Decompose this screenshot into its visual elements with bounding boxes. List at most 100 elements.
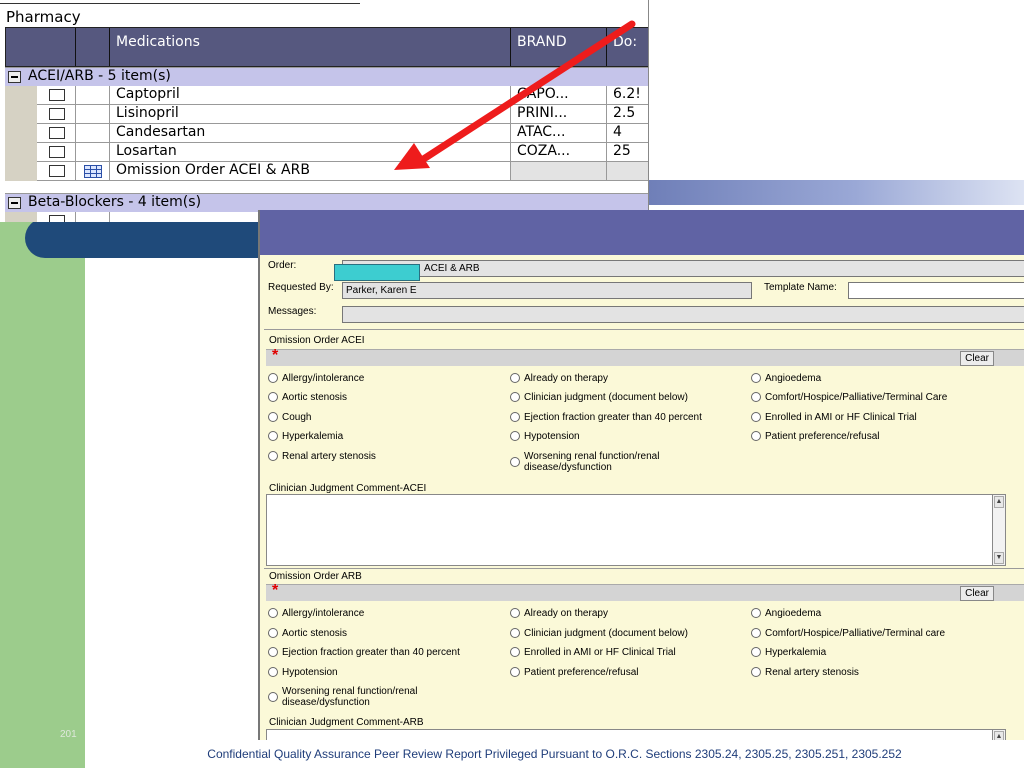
brand-cell[interactable]: ATAC...	[511, 124, 607, 143]
header-dose-col[interactable]: Do:	[607, 28, 648, 66]
requested-by-field[interactable]: Parker, Karen E	[342, 282, 752, 299]
radio-button[interactable]	[751, 392, 761, 402]
row-checkbox[interactable]	[49, 215, 65, 222]
row-checkbox[interactable]	[49, 108, 65, 120]
order-value: ACEI & ARB	[424, 263, 480, 274]
option-label: Worsening renal function/renal disease/d…	[524, 451, 660, 473]
dose-cell[interactable]: 25	[607, 143, 648, 162]
radio-button[interactable]	[268, 392, 278, 402]
minus-icon[interactable]	[8, 197, 21, 209]
radio-button[interactable]	[510, 667, 520, 677]
checkbox-cell	[37, 143, 76, 162]
brand-cell[interactable]: COZA...	[511, 143, 607, 162]
medication-cell[interactable]: Losartan	[110, 143, 511, 162]
grid-header: Medications BRAND Do:	[5, 27, 648, 67]
radio-button[interactable]	[510, 373, 520, 383]
radio-button[interactable]	[268, 692, 278, 702]
table-row[interactable]: Candesartan ATAC... 4	[5, 124, 648, 143]
dose-cell[interactable]: 2.5	[607, 105, 648, 124]
radio-button[interactable]	[510, 457, 520, 467]
group-label: ACEI/ARB - 5 item(s)	[28, 68, 171, 84]
scrollbar[interactable]: ▲ ▼	[992, 494, 1006, 566]
radio-button[interactable]	[510, 412, 520, 422]
scroll-down-icon[interactable]: ▼	[994, 552, 1004, 564]
radio-button[interactable]	[751, 373, 761, 383]
radio-button[interactable]	[268, 451, 278, 461]
radio-button[interactable]	[751, 667, 761, 677]
divider	[0, 0, 360, 4]
radio-button[interactable]	[751, 628, 761, 638]
header-medications-col[interactable]: Medications	[110, 28, 511, 66]
dose-cell[interactable]: 4	[607, 124, 648, 143]
radio-button[interactable]	[510, 392, 520, 402]
scroll-up-icon[interactable]: ▲	[994, 731, 1004, 740]
row-checkbox[interactable]	[49, 89, 65, 101]
radio-button[interactable]	[751, 647, 761, 657]
row-checkbox[interactable]	[49, 165, 65, 177]
checkbox-cell	[37, 86, 76, 105]
dose-cell[interactable]: 6.2!	[607, 86, 648, 105]
option-label: Hyperkalemia	[282, 431, 344, 442]
radio-button[interactable]	[268, 412, 278, 422]
template-name-field[interactable]	[848, 282, 1024, 299]
header-dose-label: Do:	[613, 34, 638, 50]
icon-cell	[76, 143, 110, 162]
acei-comment-textarea[interactable]: ▲ ▼	[266, 494, 1006, 566]
radio-button[interactable]	[751, 608, 761, 618]
table-row[interactable]: Captopril CAPO... 6.2!	[5, 86, 648, 105]
medication-cell[interactable]: Candesartan	[110, 124, 511, 143]
radio-button[interactable]	[268, 667, 278, 677]
checkbox-cell	[37, 124, 76, 143]
medication-cell[interactable]: Captopril	[110, 86, 511, 105]
radio-button[interactable]	[751, 412, 761, 422]
grid-icon	[84, 165, 102, 178]
option-label: Ejection fraction greater than 40 percen…	[282, 647, 460, 658]
brand-cell[interactable]: CAPO...	[511, 86, 607, 105]
radio-button[interactable]	[268, 431, 278, 441]
option-label: Already on therapy	[524, 373, 608, 384]
row-gutter	[5, 105, 37, 124]
group-row-acei-arb[interactable]: ACEI/ARB - 5 item(s)	[5, 67, 648, 86]
radio-button[interactable]	[510, 608, 520, 618]
row-gutter	[5, 124, 37, 143]
arb-clear-button[interactable]: Clear	[960, 586, 994, 601]
radio-button[interactable]	[510, 628, 520, 638]
radio-button[interactable]	[268, 647, 278, 657]
messages-field[interactable]	[342, 306, 1024, 323]
scrollbar[interactable]: ▲	[992, 729, 1006, 740]
acei-clear-button[interactable]: Clear	[960, 351, 994, 366]
arb-comment-textarea[interactable]: ▲	[266, 729, 1006, 740]
option-label: Already on therapy	[524, 608, 608, 619]
medication-cell[interactable]: Lisinopril	[110, 105, 511, 124]
checkbox-cell	[37, 212, 76, 222]
radio-button[interactable]	[268, 608, 278, 618]
slide-title-pill	[25, 218, 285, 258]
brand-cell[interactable]: PRINI...	[511, 105, 607, 124]
radio-button[interactable]	[751, 431, 761, 441]
radio-button[interactable]	[510, 431, 520, 441]
scroll-up-icon[interactable]: ▲	[994, 496, 1004, 508]
brand-name: COZA...	[517, 143, 571, 159]
table-row-omission-order[interactable]: Omission Order ACEI & ARB	[5, 162, 648, 181]
option-label: Patient preference/refusal	[765, 431, 880, 442]
dose-cell	[607, 162, 648, 181]
table-row[interactable]: Losartan COZA... 25	[5, 143, 648, 162]
checkbox-cell	[37, 105, 76, 124]
table-row[interactable]: Lisinopril PRINI... 2.5	[5, 105, 648, 124]
option-label: Angioedema	[765, 373, 822, 384]
row-checkbox[interactable]	[49, 146, 65, 158]
minus-icon[interactable]	[8, 71, 21, 83]
radio-button[interactable]	[510, 647, 520, 657]
radio-button[interactable]	[268, 373, 278, 383]
radio-button[interactable]	[268, 628, 278, 638]
row-checkbox[interactable]	[49, 127, 65, 139]
confidentiality-footer: Confidential Quality Assurance Peer Revi…	[207, 747, 902, 761]
order-field[interactable]: ACEI & ARB	[342, 260, 1024, 277]
icon-cell	[76, 105, 110, 124]
divider	[264, 329, 1024, 330]
option-label: Worsening renal function/renal disease/d…	[282, 686, 418, 708]
group-label: Beta-Blockers - 4 item(s)	[28, 194, 202, 210]
header-brand-col[interactable]: BRAND	[511, 28, 607, 66]
medication-cell[interactable]: Omission Order ACEI & ARB	[110, 162, 511, 181]
option-label: Enrolled in AMI or HF Clinical Trial	[765, 412, 917, 423]
